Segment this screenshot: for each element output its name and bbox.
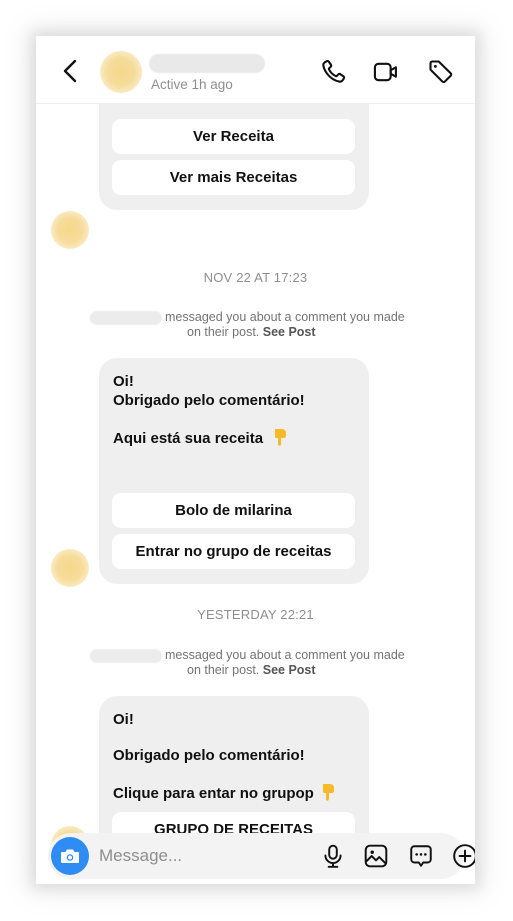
back-chevron-icon [63, 59, 77, 83]
video-call-button[interactable] [372, 58, 400, 86]
voice-message-button[interactable] [320, 843, 346, 869]
bolo-de-milarina-button[interactable]: Bolo de milarina [112, 493, 355, 528]
sender-name-redacted [90, 649, 162, 663]
back-button[interactable] [60, 58, 82, 84]
pointing-down-emoji-icon [273, 428, 287, 446]
video-camera-icon [373, 62, 397, 82]
pointing-down-emoji-icon [321, 783, 335, 801]
microphone-icon [324, 844, 342, 868]
voice-call-button[interactable] [319, 58, 347, 86]
plus-circle-icon [453, 844, 475, 868]
tag-button[interactable] [427, 58, 455, 86]
camera-icon [61, 849, 79, 863]
message-thread: Ver Receita Ver mais Receitas NOV 22 AT … [36, 84, 475, 864]
sticker-button[interactable] [408, 843, 434, 869]
sticker-chat-icon [410, 845, 432, 867]
sender-avatar[interactable] [51, 549, 89, 587]
see-post-link[interactable]: See Post [263, 663, 316, 677]
gallery-button[interactable] [363, 843, 389, 869]
contact-avatar[interactable] [100, 51, 142, 93]
sender-avatar[interactable] [51, 211, 89, 249]
message-input[interactable] [99, 845, 269, 867]
sender-name-redacted [90, 311, 162, 325]
camera-button[interactable] [51, 837, 89, 875]
chat-header: Active 1h ago [36, 36, 475, 104]
date-separator: YESTERDAY 22:21 [197, 607, 314, 622]
entrar-no-grupo-button[interactable]: Entrar no grupo de receitas [112, 534, 355, 569]
date-separator: NOV 22 AT 17:23 [203, 270, 308, 285]
message-bubble: Oi! Obrigado pelo comentário! Aqui está … [99, 358, 369, 584]
ver-receita-button[interactable]: Ver Receita [112, 119, 355, 154]
more-options-button[interactable] [452, 843, 475, 869]
gallery-icon [364, 844, 388, 868]
tag-icon [429, 60, 453, 84]
contact-name-redacted[interactable] [149, 54, 265, 73]
phone-icon [322, 59, 346, 83]
phone-screen: Active 1h ago Ver Receita Ver mais Recei… [36, 36, 475, 884]
contact-status: Active 1h ago [151, 77, 233, 92]
see-post-link[interactable]: See Post [263, 325, 316, 339]
message-composer [48, 833, 475, 879]
ver-mais-receitas-button[interactable]: Ver mais Receitas [112, 160, 355, 195]
